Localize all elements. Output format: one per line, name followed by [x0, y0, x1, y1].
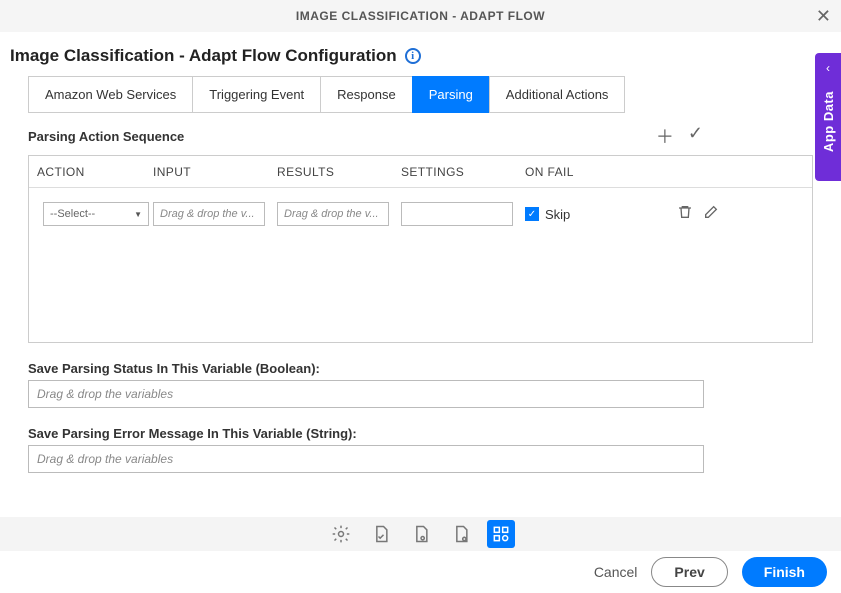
tab-parsing[interactable]: Parsing [412, 76, 490, 113]
table-row: --Select-- ▼ Drag & drop the v... Drag &… [29, 188, 812, 232]
tab-additional-actions[interactable]: Additional Actions [489, 76, 626, 113]
side-tab-label: App Data [821, 91, 836, 152]
app-data-side-tab[interactable]: ‹ App Data [815, 53, 841, 181]
titlebar: IMAGE CLASSIFICATION - ADAPT FLOW ✕ [0, 0, 841, 32]
chevron-left-icon: ‹ [826, 61, 830, 75]
col-results: RESULTS [277, 165, 401, 179]
error-input[interactable]: Drag & drop the variables [28, 445, 704, 473]
edit-icon[interactable] [703, 204, 719, 224]
step-document-gear-icon[interactable] [407, 520, 435, 548]
col-onfail: ON FAIL [525, 165, 649, 179]
step-indicator-bar [0, 517, 841, 551]
config-tabs: Amazon Web Services Triggering Event Res… [28, 76, 841, 113]
status-label: Save Parsing Status In This Variable (Bo… [28, 361, 813, 376]
titlebar-title: IMAGE CLASSIFICATION - ADAPT FLOW [296, 9, 545, 23]
input-dropzone[interactable]: Drag & drop the v... [153, 202, 265, 226]
delete-icon[interactable] [677, 204, 693, 224]
skip-checkbox[interactable]: ✓ [525, 207, 539, 221]
step-settings-icon[interactable] [327, 520, 355, 548]
settings-cell[interactable] [401, 202, 513, 226]
chevron-down-icon: ▼ [134, 210, 142, 219]
onfail-cell: ✓ Skip [525, 207, 649, 222]
step-document-check-icon[interactable] [367, 520, 395, 548]
section-header: Parsing Action Sequence ＋ ✓ [0, 123, 841, 149]
tab-response[interactable]: Response [320, 76, 413, 113]
section-actions: ＋ ✓ [656, 123, 813, 149]
skip-label: Skip [545, 207, 570, 222]
results-dropzone[interactable]: Drag & drop the v... [277, 202, 389, 226]
error-variable-field: Save Parsing Error Message In This Varia… [28, 426, 813, 473]
section-label: Parsing Action Sequence [28, 129, 184, 144]
action-select-placeholder: --Select-- [50, 208, 95, 220]
info-icon[interactable]: i [405, 48, 421, 64]
action-select[interactable]: --Select-- ▼ [43, 202, 149, 226]
row-operations [649, 204, 719, 224]
cancel-button[interactable]: Cancel [594, 564, 638, 580]
footer: Cancel Prev Finish [0, 551, 841, 593]
col-input: INPUT [153, 165, 277, 179]
page-title: Image Classification - Adapt Flow Config… [10, 46, 397, 66]
close-icon[interactable]: ✕ [816, 6, 831, 27]
add-row-icon[interactable]: ＋ [656, 123, 674, 149]
col-action: ACTION [29, 165, 153, 179]
col-settings: SETTINGS [401, 165, 525, 179]
status-input[interactable]: Drag & drop the variables [28, 380, 704, 408]
step-parsing-icon[interactable] [487, 520, 515, 548]
tab-aws[interactable]: Amazon Web Services [28, 76, 193, 113]
table-header: ACTION INPUT RESULTS SETTINGS ON FAIL [29, 156, 812, 188]
tab-triggering-event[interactable]: Triggering Event [192, 76, 321, 113]
confirm-icon[interactable]: ✓ [688, 123, 703, 149]
error-label: Save Parsing Error Message In This Varia… [28, 426, 813, 441]
parsing-table: ACTION INPUT RESULTS SETTINGS ON FAIL --… [28, 155, 813, 343]
finish-button[interactable]: Finish [742, 557, 827, 587]
status-variable-field: Save Parsing Status In This Variable (Bo… [28, 361, 813, 408]
page-header: Image Classification - Adapt Flow Config… [0, 32, 841, 76]
prev-button[interactable]: Prev [651, 557, 727, 587]
step-document-cog-icon[interactable] [447, 520, 475, 548]
